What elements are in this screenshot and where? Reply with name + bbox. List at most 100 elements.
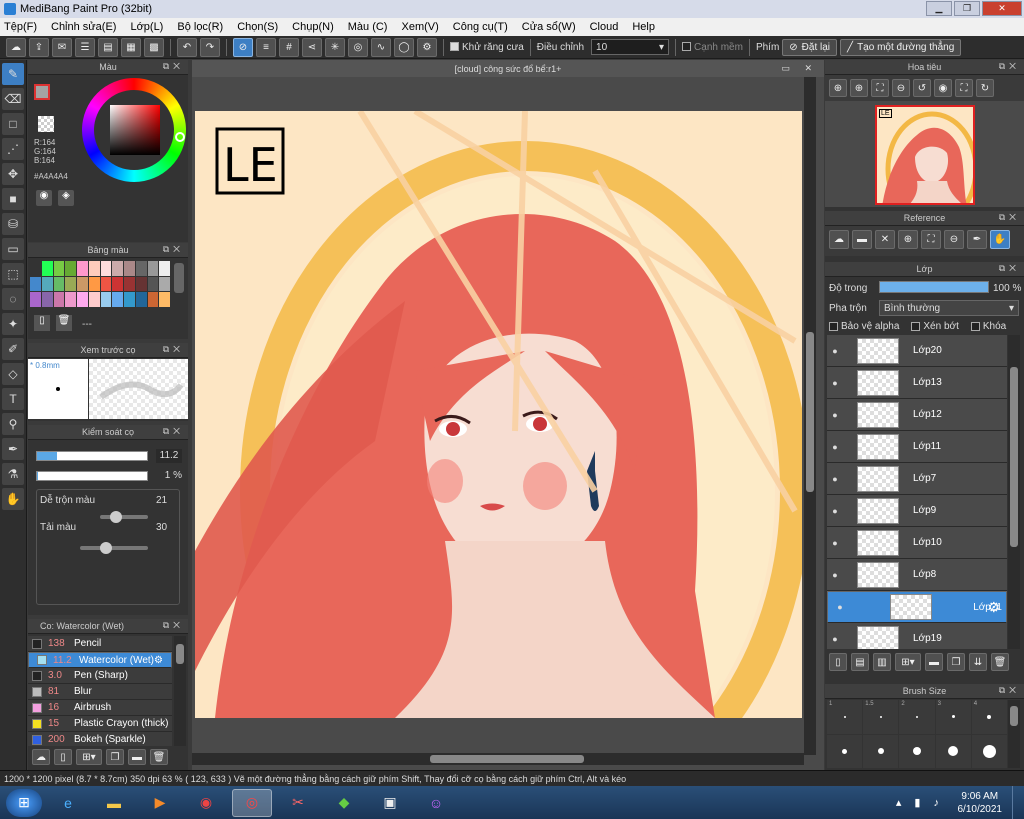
snap-settings-icon[interactable]: ⚙ (417, 37, 437, 57)
eye-icon[interactable]: ● (827, 538, 843, 548)
palette-swatch[interactable] (135, 261, 147, 276)
eraser-tool-icon[interactable]: ⌫ (2, 88, 24, 110)
chat-icon[interactable]: ☰ (75, 37, 95, 57)
brush-item[interactable]: 200 Bokeh (Sparkle) (28, 732, 172, 746)
palette-swatch[interactable] (135, 292, 147, 307)
game-icon[interactable]: ◆ (324, 789, 364, 817)
avatar-app-icon[interactable]: ☺ (416, 789, 456, 817)
undo-icon[interactable]: ↶ (177, 37, 197, 57)
eye-icon[interactable]: ● (827, 506, 843, 516)
straight-line-button[interactable]: ╱ Tạo một đường thẳng (840, 38, 962, 56)
lock-checkbox[interactable]: Khóa (970, 321, 1006, 332)
circle-snap-icon[interactable]: ◎ (348, 37, 368, 57)
tray-icons[interactable]: ▴ ▮ ♪ (896, 796, 944, 809)
minimize-button[interactable]: ▁ (926, 1, 952, 16)
artwork-canvas[interactable]: LE (195, 111, 802, 718)
palette-swatches[interactable] (30, 261, 170, 307)
palette-swatch[interactable] (53, 261, 65, 276)
photo-app-icon[interactable]: ▣ (370, 789, 410, 817)
transparent-swatch[interactable] (38, 116, 54, 132)
delete-layer-icon[interactable]: 🗑 (991, 653, 1009, 671)
grid-icon[interactable]: ▩ (144, 37, 164, 57)
layer-row[interactable]: ● Lớp12 (827, 399, 1007, 431)
show-desktop-button[interactable] (1012, 786, 1024, 819)
blend-tool-icon[interactable]: ✒ (2, 438, 24, 460)
clock[interactable]: 9:06 AM 6/10/2021 (958, 790, 1003, 816)
palette-swatch[interactable] (77, 261, 88, 276)
page-icon[interactable]: ▤ (98, 37, 118, 57)
brush-copy-icon[interactable]: ❐ (106, 749, 124, 765)
soft-edge-checkbox[interactable]: Cạnh mềm (682, 42, 743, 53)
layer-folder-icon[interactable]: ▬ (925, 653, 943, 671)
panel-controls-icon[interactable]: ⧉✕ (163, 426, 184, 437)
brush-cloud-icon[interactable]: ☁ (32, 749, 50, 765)
refill-slider[interactable] (80, 542, 148, 554)
brush-add-icon[interactable]: ⊞▾ (76, 749, 102, 765)
layer-row[interactable]: ● Lớp19 (827, 623, 1007, 649)
palette-swatch[interactable] (65, 292, 76, 307)
snipping-tool-icon[interactable]: ✂ (278, 789, 318, 817)
panel-controls-icon[interactable]: ⧉✕ (163, 244, 184, 255)
palette-swatch[interactable] (65, 261, 76, 276)
layer-row[interactable]: ● Lớp11 (827, 431, 1007, 463)
menu-help[interactable]: Help (632, 21, 655, 33)
palette-swatch[interactable] (77, 292, 88, 307)
brush-size-cell[interactable]: 1 (827, 700, 863, 734)
duplicate-layer-icon[interactable]: ❐ (947, 653, 965, 671)
brush-size-cell[interactable]: 1.5 (863, 700, 899, 734)
parallel-snap-icon[interactable]: ≡ (256, 37, 276, 57)
vanish-snap-icon[interactable]: ⋖ (302, 37, 322, 57)
zoom-in-icon[interactable]: ⊕ (829, 79, 847, 97)
rotate-left-icon[interactable]: ↺ (913, 79, 931, 97)
palette-swatch[interactable] (159, 261, 170, 276)
select-tool-icon[interactable]: ⬚ (2, 263, 24, 285)
new-8bit-layer-icon[interactable]: ▥ (873, 653, 891, 671)
palette-swatch[interactable] (88, 261, 100, 276)
reference-close-icon[interactable]: ✕ (875, 230, 895, 249)
select-pen-icon[interactable]: ✐ (2, 338, 24, 360)
gear-icon[interactable]: ⚙ (154, 655, 163, 666)
cross-snap-icon[interactable]: # (279, 37, 299, 57)
layer-row[interactable]: ● Lớp21 ⚙ (827, 591, 1007, 623)
chrome-icon[interactable]: ◉ (186, 789, 226, 817)
menu-view[interactable]: Xem(V) (401, 21, 438, 33)
brush-item[interactable]: 11.2 Watercolor (Wet) ⚙ (28, 652, 172, 668)
color-settings-icon[interactable]: ◈ (58, 190, 74, 206)
menu-layer[interactable]: Lớp(L) (130, 21, 163, 33)
radial-snap-icon[interactable]: ✳ (325, 37, 345, 57)
brush-size-cell[interactable] (971, 734, 1007, 768)
brush-delete-icon[interactable]: 🗑 (150, 749, 168, 765)
eye-icon[interactable]: ● (827, 442, 843, 452)
zoom-out-icon[interactable]: ⊖ (892, 79, 910, 97)
palette-swatch[interactable] (30, 261, 41, 276)
magic-wand-icon[interactable]: ✦ (2, 313, 24, 335)
zoom-in-small-icon[interactable]: ⊕ (850, 79, 868, 97)
brush-size-cell[interactable] (827, 734, 863, 768)
palette-swatch[interactable] (88, 292, 100, 307)
protect-alpha-checkbox[interactable]: Bảo vệ alpha (829, 321, 899, 332)
brush-item[interactable]: 16 Airbrush (28, 700, 172, 716)
palette-swatch[interactable] (112, 276, 123, 292)
merge-layer-icon[interactable]: ⇊ (969, 653, 987, 671)
palette-swatch[interactable] (41, 292, 53, 307)
brush-item[interactable]: 15 Plastic Crayon (thick) (28, 716, 172, 732)
reset-button[interactable]: ⊘ Đặt lại (782, 38, 838, 56)
doc-controls-icon[interactable]: ▭ ✕ (781, 63, 818, 74)
palette-swatch[interactable] (159, 292, 170, 307)
brush-item[interactable]: 138 Pencil (28, 636, 172, 652)
foreground-color-swatch[interactable] (34, 84, 50, 100)
panel-controls-icon[interactable]: ⧉✕ (163, 620, 184, 631)
ie-icon[interactable]: e (48, 789, 88, 817)
gear-icon[interactable]: ⚙ (987, 599, 1000, 616)
panel-controls-icon[interactable]: ⧉✕ (999, 263, 1020, 274)
panel-controls-icon[interactable]: ⧉✕ (999, 61, 1020, 72)
palette-swatch[interactable] (112, 261, 123, 276)
brush-size-cell[interactable]: 4 (971, 700, 1007, 734)
layer-row[interactable]: ● Lớp8 (827, 559, 1007, 591)
eye-icon[interactable]: ● (827, 634, 843, 644)
panel-controls-icon[interactable]: ⧉✕ (163, 344, 184, 355)
medibang-icon[interactable]: ◎ (232, 788, 272, 817)
slider-knob[interactable] (109, 511, 122, 523)
brush-list-scrollbar[interactable] (174, 636, 186, 746)
new-halftone-layer-icon[interactable]: ▤ (851, 653, 869, 671)
